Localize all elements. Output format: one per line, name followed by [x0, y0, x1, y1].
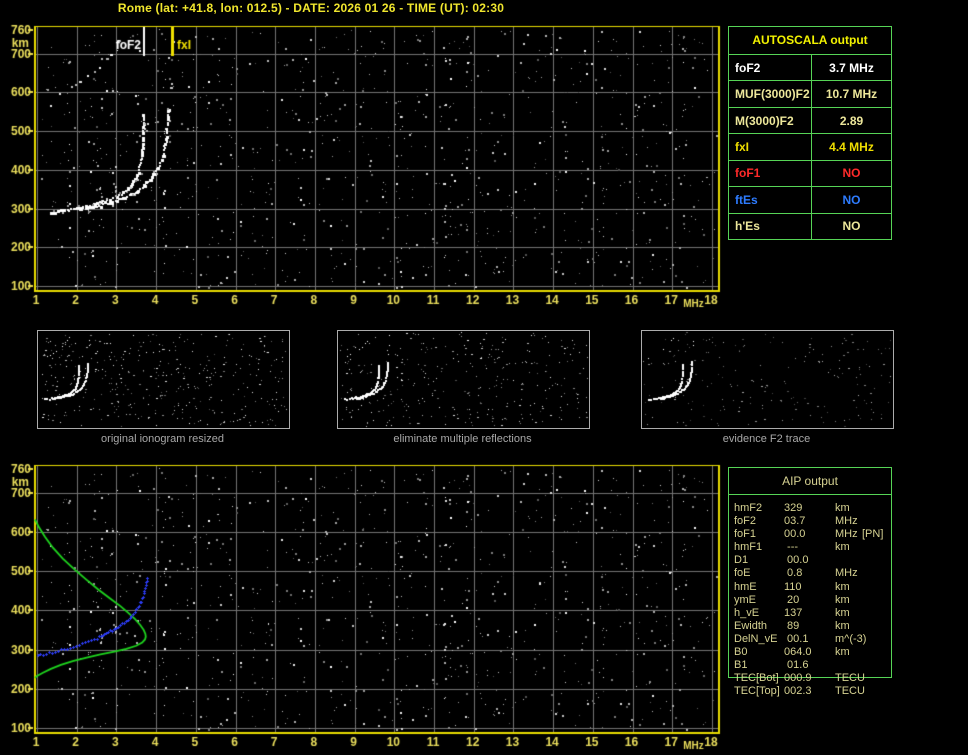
autoscaled-ionogram-plot: [0, 0, 730, 315]
autoscala-row-value: 10.7 MHz: [825, 87, 878, 102]
aip-table-row: Ewidth 89 km: [728, 620, 968, 633]
autoscala-row-value: NO: [842, 166, 861, 181]
aip-table-row: DelN_vE 00.1 m^(-3): [728, 633, 968, 646]
aip-table-row: D1 00.0: [728, 554, 968, 567]
aip-row-label: foE: [734, 567, 751, 580]
aip-row-label: foF1: [734, 528, 757, 541]
aip-table-row: hmF1 --- km: [728, 541, 968, 554]
autoscala-table-row: M(3000)F2 2.89: [729, 106, 891, 134]
autoscala-row-value: 2.89: [839, 113, 864, 128]
aip-row-unit: MHz: [835, 567, 858, 580]
aip-row-unit: MHz: [835, 528, 858, 541]
autoscala-output-table: AUTOSCALA output foF2 3.7 MHz MUF(3000)F2 1…: [728, 26, 892, 240]
aip-row-label: hmF1: [734, 541, 763, 554]
aip-row-unit: m^(-3): [835, 632, 867, 645]
aip-table-row: TEC[Bot] 000.9 TECU: [728, 672, 968, 685]
aip-row-value: 00.0: [784, 528, 806, 541]
autoscala-row-value: NO: [842, 219, 861, 234]
aip-row-value: 064.0: [784, 646, 812, 659]
autoscala-table-row: foF2 3.7 MHz: [729, 54, 891, 81]
aip-row-value: 110: [784, 580, 802, 593]
aip-row-value: 000.9: [784, 672, 812, 685]
aip-row-unit: km: [835, 580, 850, 593]
aip-row-extra: [PN]: [862, 528, 884, 541]
aip-table-row: ymE 20 km: [728, 594, 968, 607]
autoscala-table-row: fxI 4.4 MHz: [729, 133, 891, 160]
aip-row-value: 03.7: [784, 515, 806, 528]
aip-row-unit: TECU: [835, 685, 865, 698]
aip-row-label: B0: [734, 646, 748, 659]
thumbnail-eliminate-reflections: [337, 330, 590, 429]
autoscala-row-label: ftEs: [729, 187, 812, 213]
aip-row-value: 137: [784, 606, 803, 619]
aip-row-label: hmF2: [734, 502, 763, 514]
autoscala-table-row: MUF(3000)F2 10.7 MHz: [729, 80, 891, 107]
aip-table-header: AIP output: [729, 468, 891, 495]
aip-row-label: ymE: [734, 593, 756, 606]
aip-table-row: foF1 00.0 MHz [PN]: [728, 528, 968, 541]
aip-table-row: h_vE 137 km: [728, 607, 968, 620]
autoscala-row-label: foF1: [729, 160, 812, 187]
aip-row-unit: km: [835, 646, 850, 659]
aip-row-label: Ewidth: [734, 619, 768, 632]
thumbnail-original-ionogram: [37, 330, 290, 429]
autoscala-row-label: MUF(3000)F2: [729, 81, 812, 107]
aip-table-row: TEC[Top] 002.3 TECU: [728, 685, 968, 698]
aip-table-row: B0 064.0 km: [728, 646, 968, 659]
aip-row-value: 002.3: [784, 685, 812, 698]
aip-row-unit: km: [835, 593, 850, 606]
aip-row-value: 0.8: [784, 567, 803, 580]
aip-row-unit: TECU: [835, 672, 865, 685]
aip-row-unit: km: [835, 502, 850, 514]
autoscala-row-label: foF2: [729, 55, 812, 81]
aip-row-label: TEC[Bot]: [734, 672, 779, 685]
thumbnail-caption: evidence F2 trace: [722, 433, 811, 445]
aip-table-rows: hmF2 329 km foF2 03.7 MHz foF1 00.0 MHz [PN] hmF1 …: [728, 496, 968, 698]
aip-row-value: 00.1: [784, 632, 809, 645]
aip-row-label: DelN_vE: [734, 632, 778, 645]
autoscala-row-label: fxI: [729, 134, 812, 160]
thumbnail-caption: eliminate multiple reflections: [393, 433, 532, 445]
autoscala-table-row: foF1 NO: [729, 159, 891, 187]
autoscala-row-value: 3.7 MHz: [829, 60, 874, 75]
autoscala-row-label: h'Es: [729, 213, 812, 239]
aip-row-unit: MHz: [835, 515, 858, 528]
aip-table-row: B1 01.6: [728, 659, 968, 672]
aip-row-unit: km: [835, 619, 850, 632]
thumbnail-evidence-f2-trace: [641, 330, 894, 429]
aip-row-unit: km: [835, 606, 850, 619]
aip-row-value: 89: [784, 619, 800, 632]
aip-row-value: 329: [784, 502, 803, 514]
aip-row-label: TEC[Top]: [734, 685, 780, 698]
aip-row-value: 01.6: [784, 659, 809, 672]
profile-ionogram-plot: [0, 448, 730, 755]
aip-row-label: hmE: [734, 580, 757, 593]
aip-table-row: hmF2 329 km: [728, 502, 968, 515]
aip-row-value: 00.0: [784, 554, 809, 567]
aip-table-row: foE 0.8 MHz: [728, 567, 968, 580]
aip-row-label: D1: [734, 554, 749, 567]
autoscala-table-row: h'Es NO: [729, 212, 891, 239]
autoscala-row-value: NO: [842, 192, 861, 207]
aip-row-label: B1: [734, 659, 748, 672]
aip-table-row: hmE 110 km: [728, 581, 968, 594]
autoscala-table-row: ftEs NO: [729, 186, 891, 213]
aip-table-row: foF2 03.7 MHz: [728, 515, 968, 528]
aip-row-value: 20: [784, 593, 800, 606]
aip-row-unit: km: [835, 541, 850, 554]
thumbnail-caption: original ionogram resized: [101, 433, 224, 445]
autoscala-row-value: 4.4 MHz: [829, 139, 874, 154]
autoscala-screen: Rome (lat: +41.8, lon: 012.5) - DATE: 20…: [0, 0, 968, 755]
aip-row-value: ---: [784, 541, 799, 554]
aip-row-label: h_vE: [734, 606, 760, 619]
aip-row-label: foF2: [734, 515, 757, 528]
autoscala-row-label: M(3000)F2: [729, 107, 812, 134]
autoscala-table-header: AUTOSCALA output: [752, 33, 868, 47]
